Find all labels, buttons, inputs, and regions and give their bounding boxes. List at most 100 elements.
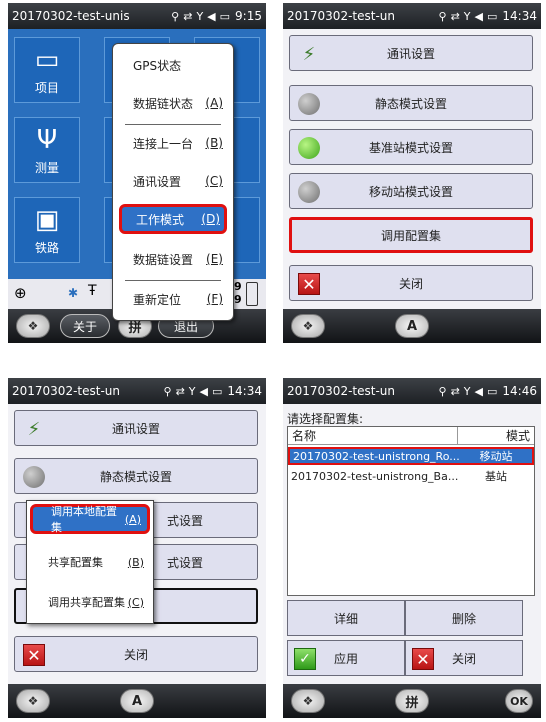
antenna-icon: Ŧ [88, 283, 97, 299]
battery-icon: ▭ [219, 9, 231, 23]
menu-label: 调用共享配置集 [48, 596, 125, 609]
button-label: 应用 [333, 651, 358, 666]
gray-status-icon [298, 93, 320, 115]
windows-logo-icon: ❖ [302, 694, 314, 708]
detail-button[interactable]: 详细 [287, 600, 405, 636]
base-mode-button[interactable]: 基准站模式设置 [289, 129, 533, 165]
menu-label: 数据链设置 [133, 252, 194, 267]
taskbar: ❖ 拼 OK [283, 684, 541, 718]
select-prompt: 请选择配置集: [287, 412, 364, 426]
window-title: 20170302-test-un [287, 384, 395, 398]
window-title: 20170302-test-unis [12, 9, 130, 23]
config-list[interactable]: 名称 模式 20170302-test-unistrong_Ro... 移动站 … [287, 426, 535, 596]
screen-config-menu: 20170302-test-un ⚲ ⇄ Y ◀ ▭ 14:34 ⚡ 通讯设置 … [8, 378, 266, 718]
gray-status-icon [298, 181, 320, 203]
column-mode[interactable]: 模式 [458, 427, 534, 444]
keyboard-button[interactable]: 拼 [395, 689, 429, 713]
menu-item-connect-last[interactable]: 连接上一台 (B) [119, 128, 227, 158]
start-button[interactable]: ❖ [16, 689, 50, 713]
gray-status-icon [23, 466, 45, 488]
folder-icon: ▭ [34, 45, 60, 75]
menu-key: (B) [205, 136, 223, 150]
tile-railway[interactable]: ▣ 铁路 [14, 197, 80, 263]
close-button[interactable]: ✕ 关闭 [14, 636, 258, 672]
windows-logo-icon: ❖ [27, 319, 39, 333]
keyboard-button[interactable]: A [120, 689, 154, 713]
taskbar: ❖ A [8, 684, 266, 718]
button-label: 关闭 [123, 647, 148, 662]
ok-button[interactable]: OK [505, 689, 533, 713]
menu-item-relocate[interactable]: 重新定位 (F) [119, 284, 227, 314]
title-bar: 20170302-test-un ⚲ ⇄ Y ◀ ▭ 14:34 [8, 378, 266, 404]
sync-icon: ⇄ [175, 384, 185, 398]
start-button[interactable]: ❖ [16, 314, 50, 338]
start-button[interactable]: ❖ [291, 689, 325, 713]
menu-key: (A) [205, 96, 223, 110]
clock: 14:34 [502, 9, 537, 23]
button-label: 移动站模式设置 [368, 184, 453, 199]
sat-count: 9 [234, 280, 242, 293]
tile-label: 项目 [34, 81, 59, 95]
title-bar: 20170302-test-un ⚲ ⇄ Y ◀ ▭ 14:34 [283, 3, 541, 29]
menu-item-load-shared-config[interactable]: 调用共享配置集 (C) [30, 587, 150, 617]
static-mode-button[interactable]: 静态模式设置 [14, 458, 258, 494]
train-icon: ▣ [34, 205, 60, 235]
menu-item-work-mode[interactable]: 工作模式 (D) [119, 204, 227, 234]
keyboard-button[interactable]: A [395, 314, 429, 338]
comm-settings-button[interactable]: ⚡ 通讯设置 [289, 35, 533, 71]
list-item[interactable]: 20170302-test-unistrong_Ba... 基站 [288, 467, 534, 485]
start-button[interactable]: ❖ [291, 314, 325, 338]
menu-label: 连接上一台 [133, 136, 194, 151]
sound-icon: ◀ [474, 9, 483, 23]
delete-button[interactable]: 删除 [405, 600, 523, 636]
load-config-button[interactable]: 调用配置集 [289, 217, 533, 253]
button-label: 静态模式设置 [99, 469, 172, 484]
close-button[interactable]: ✕ 关闭 [289, 265, 533, 301]
static-mode-button[interactable]: 静态模式设置 [289, 85, 533, 121]
list-header: 名称 模式 [288, 427, 534, 445]
menu-item-datalink-settings[interactable]: 数据链设置 (E) [119, 244, 227, 274]
sat-count: 9 [234, 293, 242, 306]
survey-icon: Ψ [36, 125, 58, 155]
clock: 14:34 [227, 384, 262, 398]
screen-select-config: 20170302-test-un ⚲ ⇄ Y ◀ ▭ 14:46 请选择配置集:… [283, 378, 541, 718]
gps-icon: ⚲ [163, 384, 172, 398]
rover-mode-button[interactable]: 移动站模式设置 [289, 173, 533, 209]
tile-survey[interactable]: Ψ 测量 [14, 117, 80, 183]
config-popup-menu: 调用本地配置集 (A) 共享配置集 (B) 调用共享配置集 (C) [26, 500, 154, 624]
button-label: 式设置 [166, 513, 203, 528]
menu-item-comm-settings[interactable]: 通讯设置 (C) [119, 166, 227, 196]
about-button[interactable]: 关于 [60, 314, 110, 338]
gps-icon: ⚲ [438, 384, 447, 398]
item-name: 20170302-test-unistrong_Ba... [291, 469, 458, 483]
screen-work-mode: 20170302-test-un ⚲ ⇄ Y ◀ ▭ 14:34 ⚡ 通讯设置 … [283, 3, 541, 343]
menu-item-gps-status[interactable]: GPS状态 [119, 50, 227, 80]
tile-label: 铁路 [34, 241, 59, 255]
comm-settings-button[interactable]: ⚡ 通讯设置 [14, 410, 258, 446]
sound-icon: ◀ [199, 384, 208, 398]
window-title: 20170302-test-un [12, 384, 120, 398]
apply-button[interactable]: ✓ 应用 [287, 640, 405, 676]
tile-project[interactable]: ▭ 项目 [14, 37, 80, 103]
sync-icon: ⇄ [450, 9, 460, 23]
battery-icon: ▭ [487, 384, 498, 398]
menu-item-load-local-config[interactable]: 调用本地配置集 (A) [30, 504, 150, 534]
sync-icon: ⇄ [450, 384, 460, 398]
menu-item-datalink-status[interactable]: 数据链状态 (A) [119, 88, 227, 118]
close-button[interactable]: ✕ 关闭 [405, 640, 523, 676]
gps-icon: ⚲ [171, 9, 180, 23]
sound-icon: ◀ [207, 9, 216, 23]
menu-label: GPS状态 [133, 58, 182, 73]
list-item[interactable]: 20170302-test-unistrong_Ro... 移动站 [288, 447, 534, 465]
green-status-icon [298, 137, 320, 159]
menu-item-share-config[interactable]: 共享配置集 (B) [30, 547, 150, 577]
battery-icon: ▭ [212, 384, 223, 398]
menu-label: 调用本地配置集 [51, 505, 117, 534]
button-label: 通讯设置 [111, 421, 160, 436]
globe-icon: ⊕ [14, 284, 27, 302]
battery-gauge-icon [246, 282, 258, 306]
column-name[interactable]: 名称 [288, 427, 458, 444]
menu-key: (E) [206, 252, 223, 266]
menu-key: (F) [206, 292, 223, 306]
title-bar: 20170302-test-unis ⚲ ⇄ Y ◀ ▭ 9:15 [8, 3, 266, 29]
